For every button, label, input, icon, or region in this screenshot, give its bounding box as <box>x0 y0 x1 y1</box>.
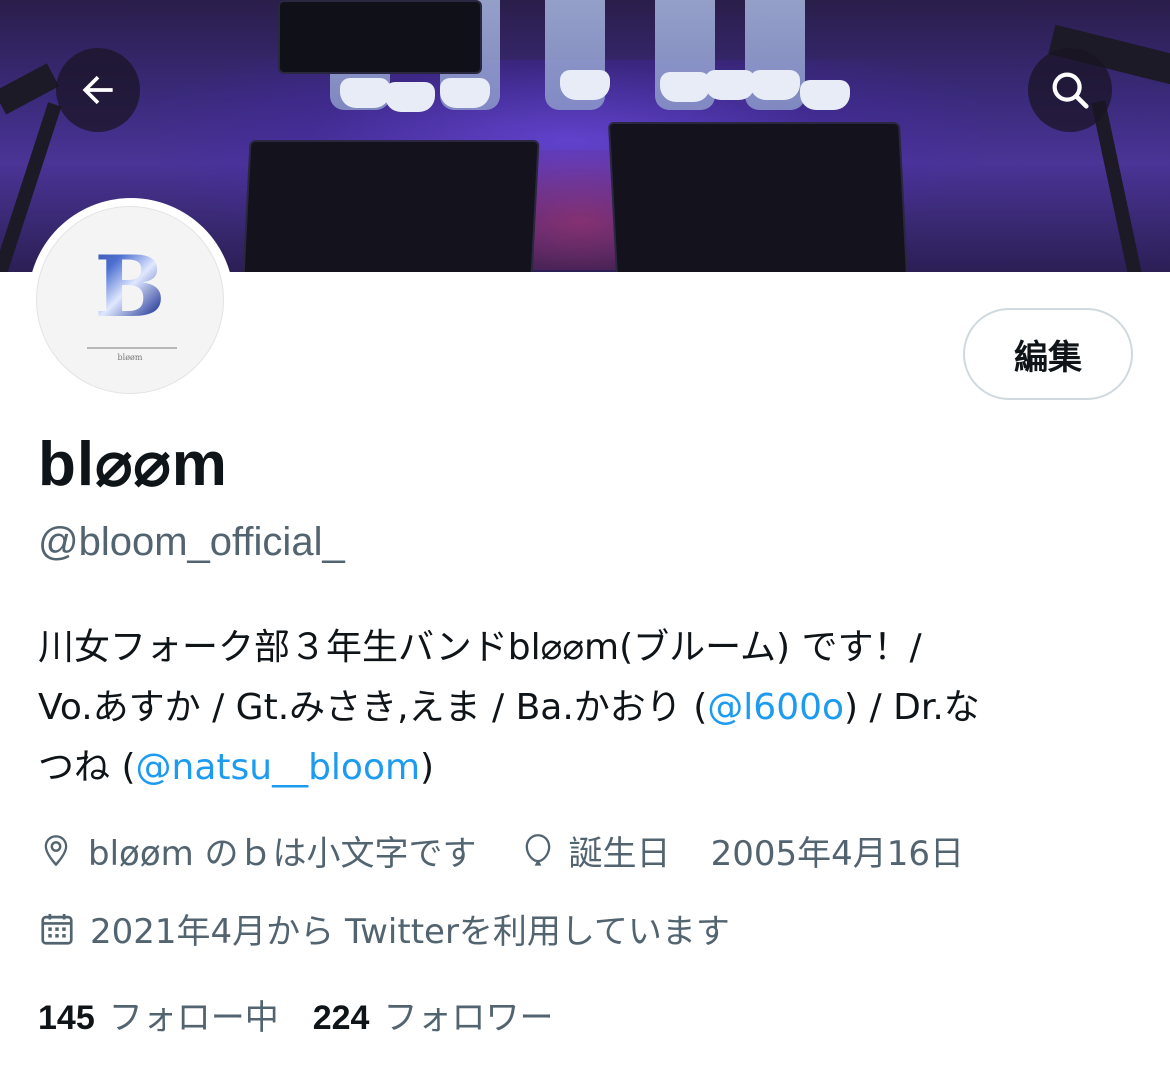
profile-bio: 川女フォーク部３年生バンドbl⌀⌀m(ブルーム) です！/ Vo.あすか / G… <box>38 618 1138 798</box>
stage-monitor <box>607 122 909 272</box>
shoe <box>385 82 435 112</box>
bio-line: つね (@natsu__bloom) <box>38 738 1138 798</box>
bio-text: つね ( <box>38 747 136 788</box>
location-item: bløøm のｂは小文字です <box>38 826 477 875</box>
mention-link-drummer[interactable]: @natsu__bloom <box>136 747 421 788</box>
avatar-logo-caption: bløøm <box>117 353 143 362</box>
bio-line: Vo.あすか / Gt.みさき,えま / Ba.かおり (@l600o) / D… <box>38 678 1138 738</box>
shoe <box>800 80 850 110</box>
edit-profile-button[interactable]: 編集 <box>963 308 1133 400</box>
birthday-date: 2005年4月16日 <box>710 834 964 874</box>
following-label[interactable]: フォロー中 <box>109 990 279 1039</box>
arrow-left-icon <box>82 75 113 105</box>
bio-line: 川女フォーク部３年生バンドbl⌀⌀m(ブルーム) です！/ <box>38 627 922 668</box>
avatar-container[interactable]: B bløøm <box>28 198 234 404</box>
shoe <box>340 78 390 108</box>
location-pin-icon <box>44 834 68 866</box>
birthday-item: 誕生日 2005年4月16日 <box>521 826 964 875</box>
search-icon <box>1052 72 1089 109</box>
avatar[interactable]: B bløøm <box>36 206 224 394</box>
display-name: bl⌀⌀m <box>38 430 228 499</box>
shoe <box>560 70 610 100</box>
shoe <box>750 70 800 100</box>
bio-text: ) <box>420 747 435 788</box>
joined-item: 2021年4月から Twitterを利用しています <box>38 904 730 953</box>
location-text: bløøm のｂは小文字です <box>88 834 477 874</box>
follow-stats: 145 フォロー中 224 フォロワー <box>38 990 587 1039</box>
joined-row: 2021年4月から Twitterを利用しています <box>38 904 730 953</box>
shoe <box>440 78 490 108</box>
stage-monitor <box>242 140 540 272</box>
profile-meta-row: bløøm のｂは小文字です 誕生日 2005年4月16日 <box>38 826 964 875</box>
avatar-logo-rule <box>87 347 177 349</box>
balloon-icon <box>525 833 550 866</box>
search-button[interactable] <box>1028 48 1112 132</box>
bio-text: Vo.あすか / Gt.みさき,えま / Ba.かおり ( <box>38 687 708 728</box>
calendar-icon <box>41 913 73 945</box>
mention-link-bassist[interactable]: @l600o <box>707 687 844 728</box>
followers-count[interactable]: 224 <box>313 999 370 1038</box>
followers-label[interactable]: フォロワー <box>383 990 553 1039</box>
shoe <box>660 72 710 102</box>
back-amp <box>278 0 482 74</box>
mic-stand <box>1091 100 1143 272</box>
shoe <box>705 70 755 100</box>
following-count[interactable]: 145 <box>38 999 95 1038</box>
user-handle: @bloom_official_ <box>38 520 345 564</box>
bio-text: ) / Dr.な <box>844 687 980 728</box>
avatar-logo-letter: B <box>37 245 223 329</box>
back-button[interactable] <box>56 48 140 132</box>
birthday-label: 誕生日 <box>568 834 671 874</box>
joined-text: 2021年4月から Twitterを利用しています <box>90 912 730 952</box>
